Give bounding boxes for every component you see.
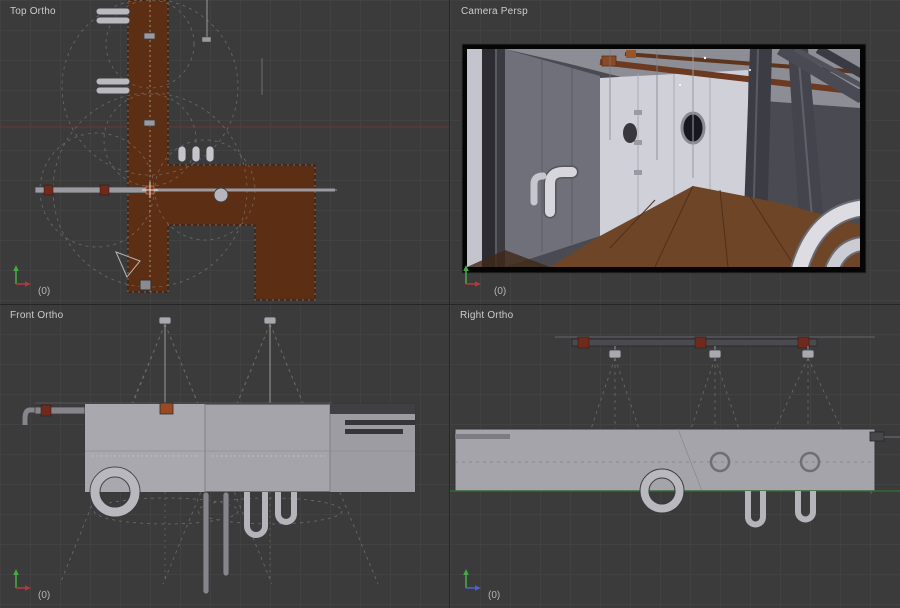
porthole-window-small	[623, 123, 637, 143]
item-count: (0)	[494, 286, 507, 297]
axis-gizmo	[13, 265, 31, 287]
viewport-camera-persp[interactable]: Camera Persp (0)	[450, 0, 900, 304]
item-count: (0)	[488, 590, 501, 601]
quad-view-3d-editor: Top Ortho (0) Camera Persp (0) Front Ort…	[0, 0, 900, 608]
pipe-pairs-top	[95, 7, 131, 95]
scene-right-ortho[interactable]	[450, 304, 900, 608]
axis-gizmo	[13, 569, 31, 591]
scene-camera-persp[interactable]	[450, 0, 900, 304]
viewport-label-camera[interactable]: Camera Persp	[461, 6, 528, 17]
scene-front-ortho[interactable]	[0, 304, 450, 608]
junction-box	[159, 402, 174, 415]
item-count: (0)	[38, 590, 51, 601]
pipe-elbow-cluster	[177, 145, 215, 163]
render-preview	[467, 49, 860, 267]
hanging-u-pipes	[745, 491, 816, 528]
render-left-pipe	[482, 49, 495, 267]
render-left-wall	[505, 49, 600, 267]
viewport-label-front[interactable]: Front Ortho	[10, 310, 63, 321]
spotlight-fixtures	[608, 346, 815, 359]
pipe-end-cap	[213, 187, 229, 203]
viewport-top-ortho[interactable]: Top Ortho (0)	[0, 0, 450, 304]
viewport-splitter-horizontal[interactable]	[0, 304, 900, 305]
axis-gizmo	[463, 569, 481, 591]
item-count: (0)	[38, 286, 51, 297]
viewport-front-ortho[interactable]: Front Ortho (0)	[0, 304, 450, 608]
viewport-label-right[interactable]: Right Ortho	[460, 310, 513, 321]
viewport-label-top[interactable]: Top Ortho	[10, 6, 56, 17]
scene-top-ortho[interactable]	[0, 0, 450, 304]
axis-gizmo	[463, 265, 481, 287]
spotlight-posts	[158, 316, 277, 404]
viewport-right-ortho[interactable]: Right Ortho (0)	[450, 304, 900, 608]
hanging-pipes	[202, 491, 297, 595]
